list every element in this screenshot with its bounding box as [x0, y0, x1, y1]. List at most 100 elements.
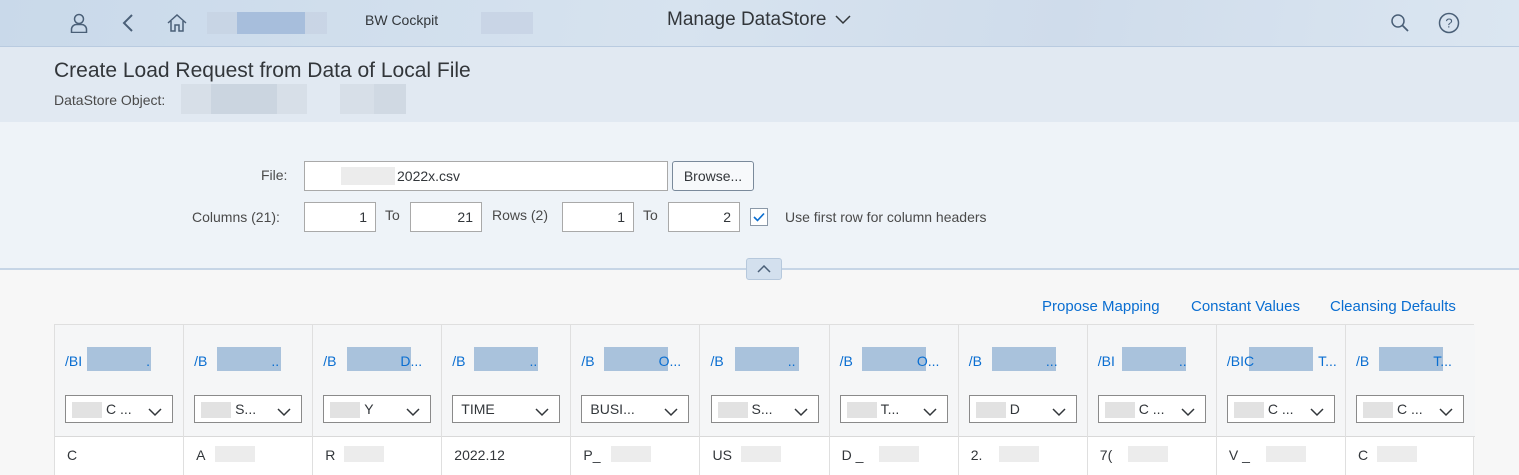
- collapse-button[interactable]: [746, 258, 782, 280]
- column-mapping-select[interactable]: T...: [839, 395, 948, 423]
- column-header-name[interactable]: /B...: [969, 353, 1058, 369]
- table-cell: 2022.12: [454, 447, 505, 463]
- column-mapping-value: Y: [364, 401, 374, 417]
- column-header-name[interactable]: /B..: [452, 353, 537, 369]
- chevron-down-icon: [535, 404, 549, 420]
- column-mapping-select[interactable]: TIME: [452, 395, 561, 423]
- column-mapping-value: C ...: [1267, 401, 1294, 417]
- constant-values-link[interactable]: Constant Values: [1191, 298, 1300, 315]
- table-column: /B O... BUSI... P_: [571, 325, 701, 475]
- column-header-prefix: /B: [710, 353, 724, 369]
- table-cell: US: [712, 447, 732, 463]
- chevron-down-icon: [834, 9, 851, 31]
- chevron-down-icon: [1052, 404, 1066, 420]
- redacted-area: [717, 402, 748, 418]
- redacted-area: [72, 402, 102, 418]
- chevron-down-icon: [1310, 404, 1324, 420]
- column-mapping-value: D: [1009, 401, 1020, 417]
- data-preview-table: /BI. C ... C/B.. S... A/B D... Y R/B.. TIME 2022.…: [54, 324, 1475, 475]
- column-header-suffix: ..: [1178, 353, 1187, 369]
- table-cell: 7(: [1099, 447, 1113, 463]
- app-name: BW Cockpit: [365, 12, 439, 28]
- redacted-area: [1377, 446, 1417, 462]
- redacted-area: [305, 12, 327, 34]
- column-mapping-select[interactable]: D: [968, 395, 1077, 423]
- columns-from-input[interactable]: [304, 202, 376, 232]
- column-header-name[interactable]: /BIC T...: [1227, 353, 1337, 369]
- column-mapping-value: C ...: [1397, 401, 1423, 417]
- rows-label: Rows (2): [492, 207, 549, 223]
- column-header-prefix: /B: [581, 353, 595, 369]
- home-icon[interactable]: [162, 8, 192, 38]
- column-header-name[interactable]: /B..: [711, 353, 796, 369]
- to-label: To: [643, 207, 658, 223]
- use-first-row-checkbox[interactable]: [750, 208, 768, 226]
- table-cell: P_: [583, 447, 601, 463]
- column-header-name[interactable]: /B T...: [1356, 353, 1452, 369]
- column-mapping-select[interactable]: S...: [710, 395, 819, 423]
- column-header-name[interactable]: /BI..: [1098, 353, 1187, 369]
- redacted-area: [481, 12, 533, 34]
- rows-to-input[interactable]: [668, 202, 740, 232]
- redacted-area: [998, 446, 1039, 462]
- column-mapping-select[interactable]: C ...: [1226, 395, 1335, 423]
- columns-to-input[interactable]: [410, 202, 482, 232]
- column-header-name[interactable]: /BI.: [65, 353, 150, 369]
- column-header-name[interactable]: /B D...: [323, 353, 422, 369]
- redacted-area: [277, 84, 307, 114]
- redacted-area: [237, 12, 305, 34]
- propose-mapping-link[interactable]: Propose Mapping: [1042, 298, 1160, 315]
- page-title: Manage DataStore: [667, 9, 827, 30]
- svg-text:?: ?: [1445, 16, 1452, 31]
- redacted-area: [740, 446, 781, 462]
- redacted-area: [611, 446, 652, 462]
- column-header-name[interactable]: /B O...: [581, 353, 681, 369]
- browse-button[interactable]: Browse...: [672, 161, 754, 191]
- chevron-down-icon: [664, 404, 678, 420]
- column-mapping-value: S...: [751, 401, 773, 417]
- rows-from-input[interactable]: [562, 202, 634, 232]
- column-mapping-select[interactable]: C ...: [1097, 395, 1206, 423]
- cleansing-defaults-link[interactable]: Cleansing Defaults: [1330, 298, 1456, 315]
- redacted-area: [1127, 446, 1168, 462]
- column-header-suffix: O...: [658, 353, 682, 369]
- column-header-suffix: T...: [1433, 353, 1452, 369]
- redacted-area: [215, 446, 256, 462]
- redacted-area: [207, 12, 237, 34]
- table-column: /B D... Y R: [313, 325, 443, 475]
- redacted-area: [340, 84, 374, 114]
- column-header-suffix: ..: [529, 353, 538, 369]
- table-column: /B O... T... D _: [830, 325, 959, 475]
- search-icon[interactable]: [1385, 8, 1415, 38]
- page-title-menu[interactable]: Manage DataStore: [667, 9, 851, 31]
- table-column: /B.. S... A: [184, 325, 314, 475]
- column-mapping-select[interactable]: S...: [194, 395, 303, 423]
- user-icon[interactable]: [64, 8, 94, 38]
- table-column: /BI.. C ... 7(: [1088, 325, 1217, 475]
- column-header-suffix: O...: [916, 353, 940, 369]
- column-mapping-value: BUSI...: [590, 401, 635, 417]
- chevron-down-icon: [1181, 404, 1195, 420]
- table-cell: 2.: [970, 447, 983, 463]
- object-title: Create Load Request from Data of Local F…: [54, 59, 471, 82]
- table-column: /B T... C ... C: [1346, 325, 1475, 475]
- column-mapping-select[interactable]: BUSI...: [581, 395, 690, 423]
- chevron-down-icon: [923, 404, 937, 420]
- column-mapping-value: T...: [880, 401, 900, 417]
- table-column: /BI. C ... C: [55, 325, 185, 475]
- column-mapping-value: S...: [235, 401, 257, 417]
- object-label: DataStore Object:: [54, 92, 166, 108]
- back-icon[interactable]: [113, 8, 143, 38]
- column-mapping-select[interactable]: C ...: [65, 395, 173, 423]
- column-mapping-select[interactable]: Y: [323, 395, 432, 423]
- redacted-area: [1265, 446, 1306, 462]
- chevron-down-icon: [277, 404, 291, 420]
- chevron-down-icon: [1439, 404, 1453, 420]
- column-header-name[interactable]: /B O...: [840, 353, 940, 369]
- table-cell: V _: [1228, 447, 1250, 463]
- column-mapping-select[interactable]: C ...: [1356, 395, 1464, 423]
- help-icon[interactable]: ?: [1434, 8, 1464, 38]
- columns-label: Columns (21):: [192, 209, 280, 225]
- column-header-name[interactable]: /B..: [194, 353, 279, 369]
- redacted-area: [211, 84, 277, 114]
